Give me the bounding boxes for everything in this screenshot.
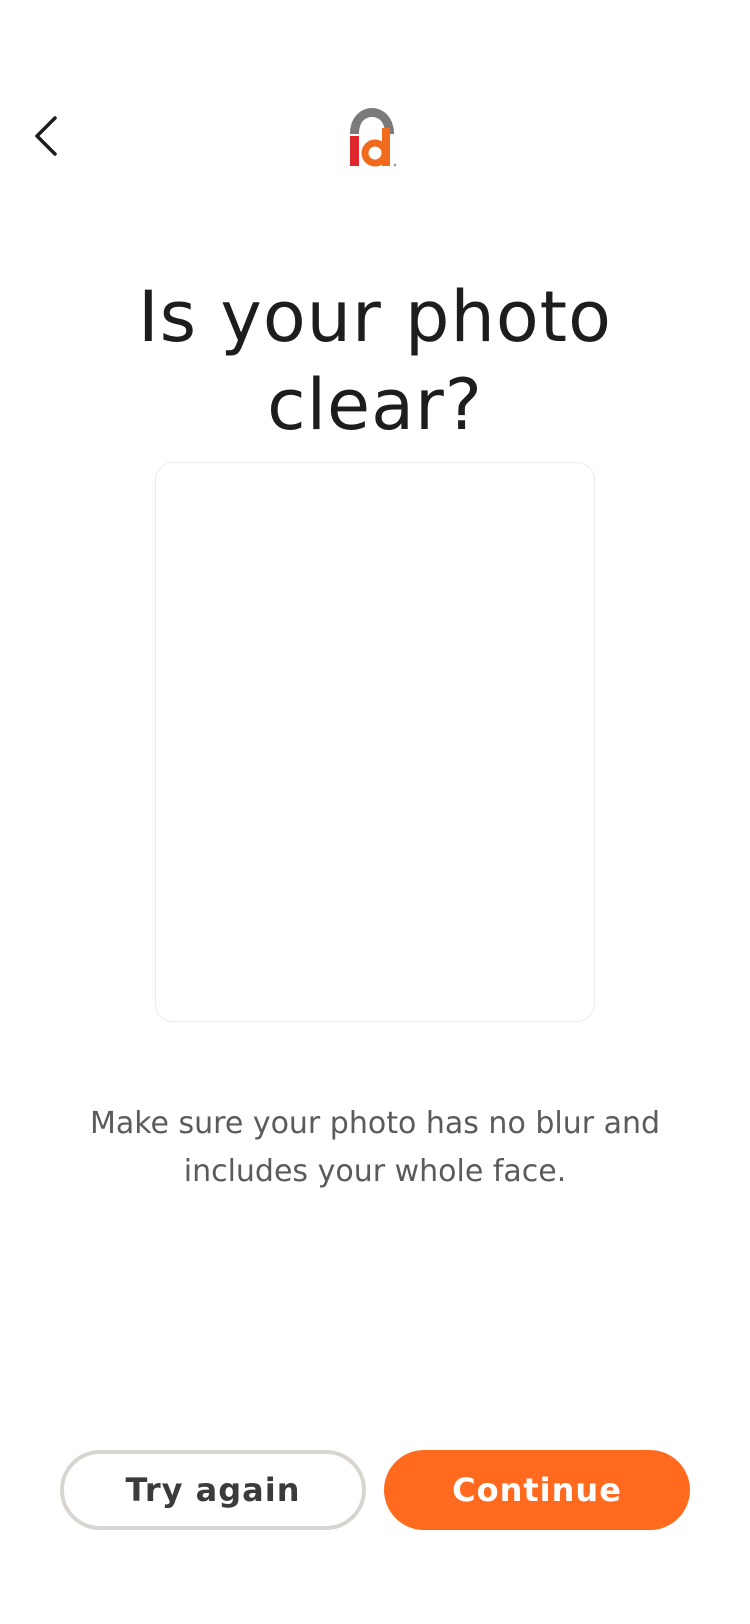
help-text-line-1: Make sure your photo has no blur and bbox=[89, 1106, 661, 1141]
try-again-button[interactable]: Try again bbox=[60, 1450, 366, 1530]
help-text: Make sure your photo has no blur and inc… bbox=[60, 1100, 690, 1196]
title-line-2: clear? bbox=[267, 363, 483, 446]
page-title: Is your photo clear? bbox=[0, 273, 750, 449]
photo-preview-content bbox=[176, 553, 574, 931]
chevron-left-icon bbox=[35, 116, 57, 156]
id-logo-icon bbox=[344, 104, 404, 168]
help-text-line-2: includes your whole face. bbox=[183, 1154, 567, 1189]
photo-preview bbox=[155, 462, 595, 1022]
back-button[interactable] bbox=[26, 108, 66, 164]
continue-button[interactable]: Continue bbox=[384, 1450, 690, 1530]
title-line-1: Is your photo bbox=[138, 275, 612, 358]
